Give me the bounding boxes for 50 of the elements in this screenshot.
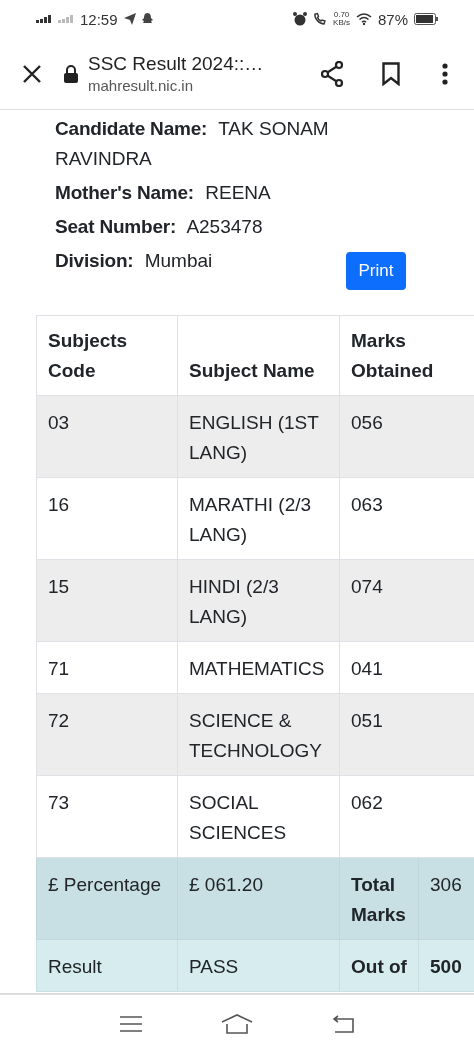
table-cell: 500 (418, 939, 474, 992)
network-speed: 0.70 KB/s (333, 11, 350, 27)
menu-button[interactable] (442, 62, 448, 85)
table-cell: 074 (339, 559, 474, 642)
table-cell: 306 (418, 857, 474, 940)
table-cell: Out of (339, 939, 419, 992)
table-cell: 73 (36, 775, 178, 858)
candidate-detail: Candidate Name: TAK SONAM RAVINDRA (55, 117, 330, 171)
table-cell: 03 (36, 395, 178, 478)
lock-icon (64, 64, 78, 83)
table-cell: Result (36, 939, 178, 992)
table-cell: Total Marks (339, 857, 419, 940)
candidate-detail: Seat Number: A253478 (55, 215, 264, 239)
table-cell: SOCIAL SCIENCES (177, 775, 340, 858)
bookmark-button[interactable] (382, 61, 400, 86)
table-cell: PASS (177, 939, 340, 992)
back-button[interactable] (332, 1015, 355, 1033)
table-cell: 71 (36, 641, 178, 694)
close-button[interactable] (22, 63, 42, 84)
page-title: SSC Result 2024::… (88, 51, 265, 76)
table-cell: HINDI (2/3 LANG) (177, 559, 340, 642)
table-cell: £ 061.20 (177, 857, 340, 940)
table-cell: 16 (36, 477, 178, 560)
page-url: mahresult.nic.in (88, 75, 195, 96)
table-cell: MARATHI (2/3 LANG) (177, 477, 340, 560)
table-cell: 15 (36, 559, 178, 642)
clock-time: 12:59 (80, 10, 118, 28)
table-cell: 056 (339, 395, 474, 478)
battery-percent: 87% (377, 10, 408, 28)
battery-icon (414, 13, 438, 25)
table-cell: SCIENCE & TECHNOLOGY (177, 693, 340, 776)
wifi-icon (355, 13, 372, 25)
candidate-detail: Mother's Name: REENA (55, 181, 272, 205)
alarm-icon (293, 12, 308, 26)
column-header: Subject Name (177, 315, 340, 396)
table-cell: £ Percentage (36, 857, 178, 940)
share-button[interactable] (320, 60, 344, 87)
table-cell: MATHEMATICS (177, 641, 340, 694)
print-button[interactable]: Print (346, 252, 406, 290)
table-cell: ENGLISH (1ST LANG) (177, 395, 340, 478)
signal-icon (58, 15, 74, 23)
table-cell: 72 (36, 693, 178, 776)
ghost-icon (141, 13, 153, 25)
candidate-detail: Division: Mumbai (55, 249, 214, 273)
home-button[interactable] (221, 1014, 253, 1034)
column-header: Subjects Code (36, 315, 178, 396)
send-icon (123, 13, 136, 25)
column-header: Marks Obtained (339, 315, 474, 396)
signal-icon (36, 15, 52, 23)
table-cell: 051 (339, 693, 474, 776)
